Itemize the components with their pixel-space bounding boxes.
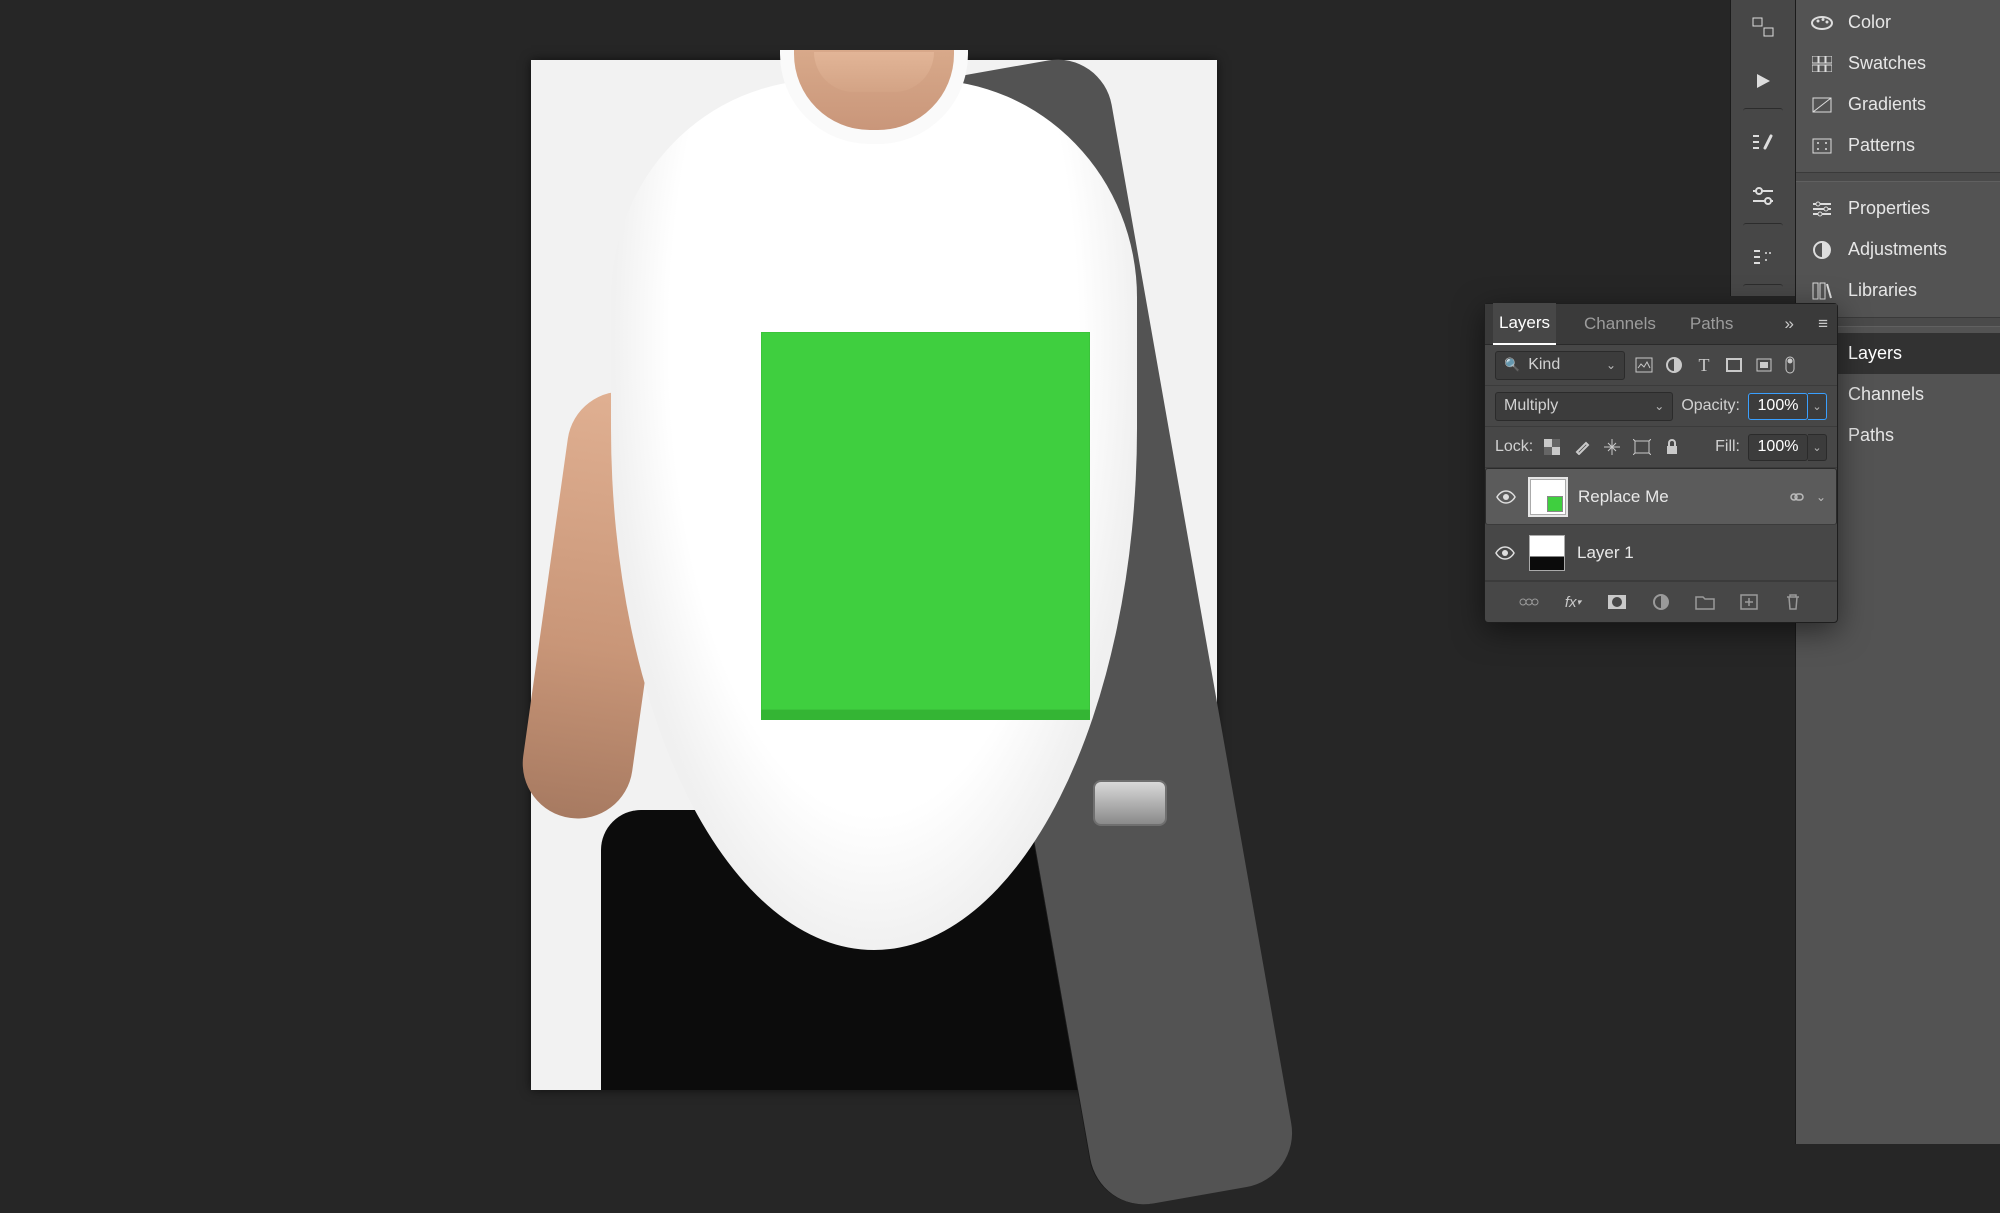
smart-object-placeholder[interactable] xyxy=(761,332,1090,720)
layer-row[interactable]: Layer 1 xyxy=(1485,525,1837,581)
layers-panel-footer: fx▾ xyxy=(1485,581,1837,622)
panel-label: Properties xyxy=(1848,198,1930,219)
panel-menu-icon[interactable]: ≡ xyxy=(1817,313,1829,335)
filter-type-icon[interactable]: T xyxy=(1693,354,1715,376)
panel-label: Patterns xyxy=(1848,135,1915,156)
layer-filter-row: 🔍 Kind ⌄ T xyxy=(1485,345,1837,386)
chevron-down-icon[interactable]: ⌄ xyxy=(1816,490,1826,504)
layers-panel-tabs: Layers Channels Paths » ≡ xyxy=(1485,304,1837,345)
panel-label: Color xyxy=(1848,12,1891,33)
panel-label: Libraries xyxy=(1848,280,1917,301)
chevron-down-icon: ⌄ xyxy=(1654,399,1664,413)
panel-separator xyxy=(1796,172,2000,182)
chevron-down-icon: ⌄ xyxy=(1606,358,1616,372)
lock-fill-row: Lock: Fill: 100% ⌄ xyxy=(1485,427,1837,468)
new-group-icon[interactable] xyxy=(1694,591,1716,613)
lock-artboard-icon[interactable] xyxy=(1631,436,1653,458)
dock-btn-brush-settings[interactable] xyxy=(1731,115,1795,169)
dock-btn-adjust[interactable] xyxy=(1731,169,1795,223)
panel-adjustments[interactable]: Adjustments xyxy=(1796,229,2000,270)
panel-label: Gradients xyxy=(1848,94,1926,115)
lock-label: Lock: xyxy=(1495,438,1533,456)
lock-pixels-icon[interactable] xyxy=(1571,436,1593,458)
tab-paths[interactable]: Paths xyxy=(1684,304,1739,344)
panel-patterns[interactable]: Patterns xyxy=(1796,125,2000,166)
filter-pixel-icon[interactable] xyxy=(1633,354,1655,376)
lock-position-icon[interactable] xyxy=(1601,436,1623,458)
libraries-icon xyxy=(1810,281,1834,301)
fx-icon[interactable]: fx▾ xyxy=(1562,591,1584,613)
gradients-icon xyxy=(1810,95,1834,115)
layer-name[interactable]: Replace Me xyxy=(1578,487,1669,507)
panel-label: Swatches xyxy=(1848,53,1926,74)
layer-thumbnail[interactable] xyxy=(1529,535,1565,571)
filter-adjust-icon[interactable] xyxy=(1663,354,1685,376)
visibility-toggle[interactable] xyxy=(1496,490,1518,504)
panel-swatches[interactable]: Swatches xyxy=(1796,43,2000,84)
collapsed-dock: A| xyxy=(1730,0,1796,296)
adjustments-icon xyxy=(1810,240,1834,260)
filter-kind-select[interactable]: 🔍 Kind ⌄ xyxy=(1495,351,1625,380)
panel-label: Adjustments xyxy=(1848,239,1947,260)
filter-smart-icon[interactable] xyxy=(1753,354,1775,376)
dock-btn-play[interactable] xyxy=(1731,54,1795,108)
dock-btn-1[interactable] xyxy=(1731,0,1795,54)
patterns-icon xyxy=(1810,136,1834,156)
blend-mode-select[interactable]: Multiply ⌄ xyxy=(1495,392,1673,421)
opacity-dropdown[interactable]: ⌄ xyxy=(1808,393,1827,420)
panel-gradients[interactable]: Gradients xyxy=(1796,84,2000,125)
fill-dropdown[interactable]: ⌄ xyxy=(1808,434,1827,461)
filter-toggle-icon[interactable] xyxy=(1783,354,1797,376)
tab-layers[interactable]: Layers xyxy=(1493,303,1556,345)
blend-mode-value: Multiply xyxy=(1504,397,1558,415)
layer-name[interactable]: Layer 1 xyxy=(1577,543,1634,563)
opacity-input[interactable]: 100% xyxy=(1748,393,1808,420)
swatches-icon xyxy=(1810,54,1834,74)
tab-channels[interactable]: Channels xyxy=(1578,304,1662,344)
layers-panel: Layers Channels Paths » ≡ 🔍 Kind ⌄ T Mul… xyxy=(1484,303,1838,623)
layer-list: Replace Me ⌄ Layer 1 xyxy=(1485,468,1837,581)
lock-transparency-icon[interactable] xyxy=(1541,436,1563,458)
layer-thumbnail[interactable] xyxy=(1530,479,1566,515)
properties-icon xyxy=(1810,199,1834,219)
lock-all-icon[interactable] xyxy=(1661,436,1683,458)
search-icon: 🔍 xyxy=(1504,357,1520,373)
dock-separator-3 xyxy=(1743,284,1783,291)
layer-row[interactable]: Replace Me ⌄ xyxy=(1485,468,1837,525)
link-layers-icon[interactable] xyxy=(1518,591,1540,613)
collapse-icon[interactable]: » xyxy=(1783,313,1795,335)
panel-color[interactable]: Color xyxy=(1796,2,2000,43)
delete-layer-icon[interactable] xyxy=(1782,591,1804,613)
add-mask-icon[interactable] xyxy=(1606,591,1628,613)
photo-watch xyxy=(1093,780,1167,826)
filter-kind-label: Kind xyxy=(1528,356,1560,374)
fill-input[interactable]: 100% xyxy=(1748,434,1808,461)
blend-opacity-row: Multiply ⌄ Opacity: 100% ⌄ xyxy=(1485,386,1837,427)
fill-label: Fill: xyxy=(1715,438,1740,456)
color-icon xyxy=(1810,13,1834,33)
opacity-label: Opacity: xyxy=(1681,397,1740,415)
visibility-toggle[interactable] xyxy=(1495,546,1517,560)
filter-shape-icon[interactable] xyxy=(1723,354,1745,376)
new-layer-icon[interactable] xyxy=(1738,591,1760,613)
panel-label: Layers xyxy=(1848,343,1902,364)
dock-separator xyxy=(1743,108,1783,115)
panel-properties[interactable]: Properties xyxy=(1796,188,2000,229)
adjustment-layer-icon[interactable] xyxy=(1650,591,1672,613)
smart-object-link-icon[interactable] xyxy=(1790,490,1808,504)
panel-label: Channels xyxy=(1848,384,1924,405)
dock-separator-2 xyxy=(1743,223,1783,230)
dock-btn-paragraph[interactable] xyxy=(1731,230,1795,284)
panel-label: Paths xyxy=(1848,425,1894,446)
document-canvas[interactable] xyxy=(531,60,1217,1090)
